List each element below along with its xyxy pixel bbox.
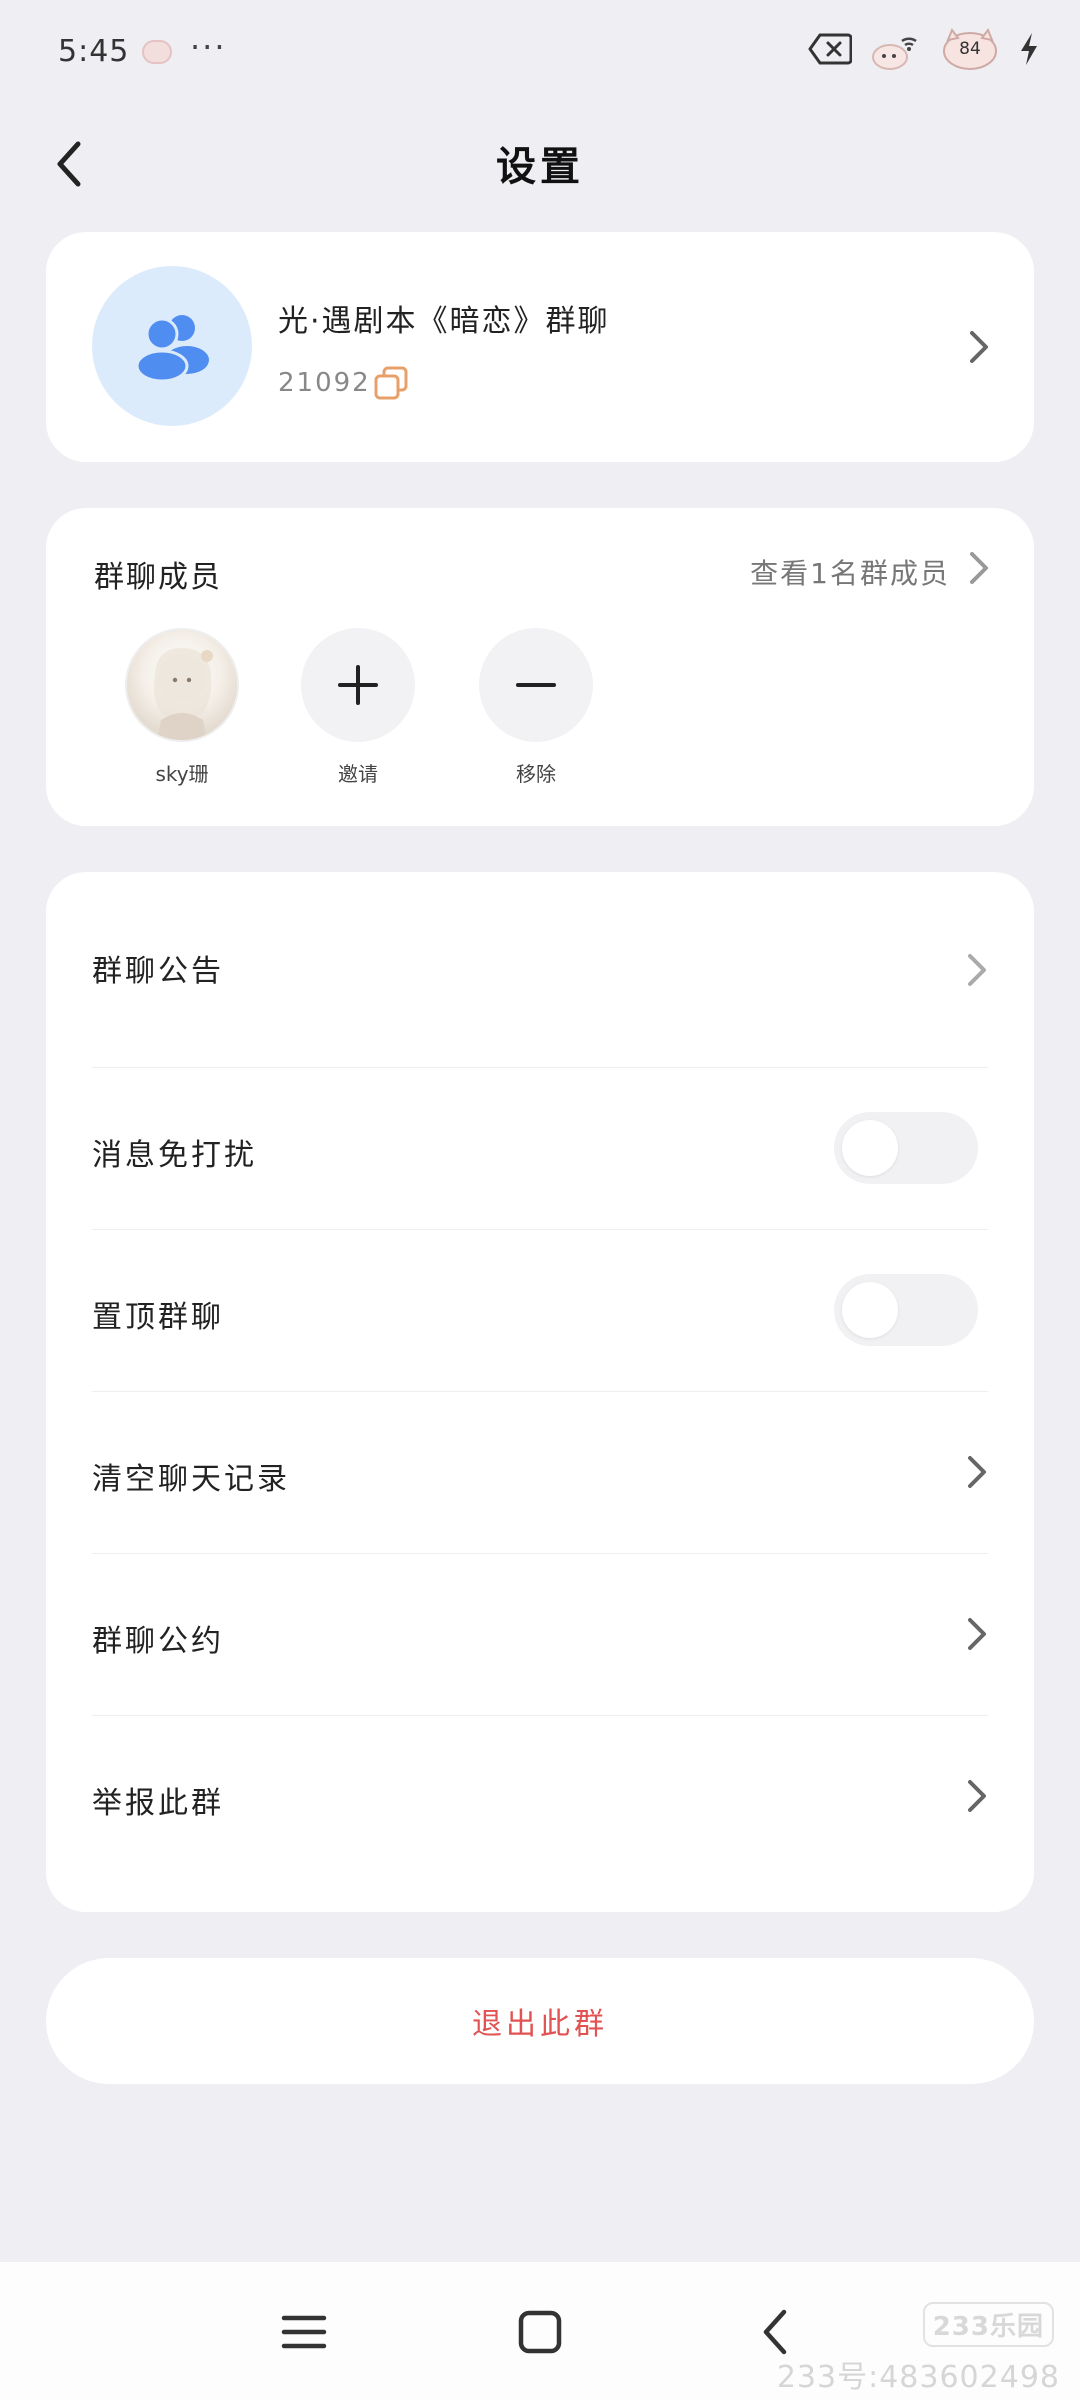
battery-icon: 84 <box>940 26 1000 72</box>
members-title: 群聊成员 <box>94 560 222 595</box>
invite-member-button[interactable]: 邀请 <box>298 628 418 787</box>
setting-label: 清空聊天记录 <box>92 1462 290 1497</box>
watermark-text: 233号:483602498 <box>776 2360 1060 2395</box>
exit-group-label: 退出此群 <box>472 2007 608 2042</box>
user-avatar-image <box>154 648 213 740</box>
setting-label: 群聊公告 <box>92 954 224 989</box>
member-name: sky珊 <box>155 762 209 786</box>
minus-icon <box>516 683 556 687</box>
exit-group-button[interactable]: 退出此群 <box>46 1958 1034 2084</box>
chevron-right-icon <box>968 1456 986 1488</box>
status-icons: 84 <box>808 26 1040 72</box>
settings-list-card: 群聊公告 消息免打扰 置顶群聊 清空聊天记录 群聊公约 举报此群 <box>46 872 1034 1912</box>
remove-circle[interactable] <box>479 628 593 742</box>
pin-chat-toggle[interactable] <box>834 1274 978 1346</box>
setting-label: 群聊公约 <box>92 1624 224 1659</box>
view-all-members-link[interactable]: 查看1名群成员 <box>750 552 950 592</box>
plus-icon <box>338 665 378 705</box>
chevron-right-icon <box>968 954 986 986</box>
chevron-right-icon <box>970 331 988 363</box>
setting-pin-chat: 置顶群聊 <box>92 1230 988 1392</box>
do-not-disturb-toggle[interactable] <box>834 1112 978 1184</box>
group-icon <box>135 315 209 382</box>
watermark-logo: 233乐园 <box>922 2302 1054 2347</box>
invite-circle[interactable] <box>301 628 415 742</box>
status-bar: 5:45 ··· 84 <box>0 0 1080 110</box>
group-avatar <box>92 266 252 426</box>
member-item[interactable]: sky珊 <box>122 628 242 787</box>
system-nav-bar: 233乐园 233号:483602498 <box>0 2262 1080 2400</box>
chevron-right-icon[interactable] <box>968 550 990 586</box>
menu-icon[interactable] <box>276 2304 332 2360</box>
group-id: 21092 <box>278 368 371 398</box>
chevron-right-icon <box>968 1780 986 1812</box>
group-info-card[interactable]: 光·遇剧本《暗恋》群聊 21092 <box>46 232 1034 462</box>
home-icon[interactable] <box>512 2304 568 2360</box>
no-sim-icon <box>808 33 852 65</box>
setting-clear-history[interactable]: 清空聊天记录 <box>92 1392 988 1554</box>
member-avatar[interactable] <box>125 628 239 742</box>
status-time: 5:45 <box>58 34 130 69</box>
setting-do-not-disturb: 消息免打扰 <box>92 1068 988 1230</box>
setting-group-rules[interactable]: 群聊公约 <box>92 1554 988 1716</box>
setting-label: 举报此群 <box>92 1786 224 1821</box>
wifi-icon <box>872 37 917 70</box>
page-title: 设置 <box>496 144 584 190</box>
toggle-knob <box>842 1282 898 1338</box>
charging-icon <box>1021 33 1037 65</box>
setting-report-group[interactable]: 举报此群 <box>92 1716 988 1878</box>
remove-label: 移除 <box>516 762 556 786</box>
toggle-knob <box>842 1120 898 1176</box>
chevron-right-icon <box>968 1618 986 1650</box>
setting-group-announcement[interactable]: 群聊公告 <box>92 872 988 1068</box>
setting-label: 消息免打扰 <box>92 1138 257 1173</box>
setting-label: 置顶群聊 <box>92 1300 224 1335</box>
copy-icon[interactable] <box>374 366 408 400</box>
group-members-card: 群聊成员 查看1名群成员 sky珊 邀请 移除 <box>46 508 1034 826</box>
more-notifications-icon: ··· <box>190 28 227 66</box>
group-name: 光·遇剧本《暗恋》群聊 <box>278 304 610 339</box>
invite-label: 邀请 <box>338 762 378 786</box>
header: 设置 <box>0 110 1080 220</box>
battery-level: 84 <box>959 39 981 59</box>
remove-member-button[interactable]: 移除 <box>476 628 596 787</box>
notification-sticker-icon <box>142 40 172 64</box>
